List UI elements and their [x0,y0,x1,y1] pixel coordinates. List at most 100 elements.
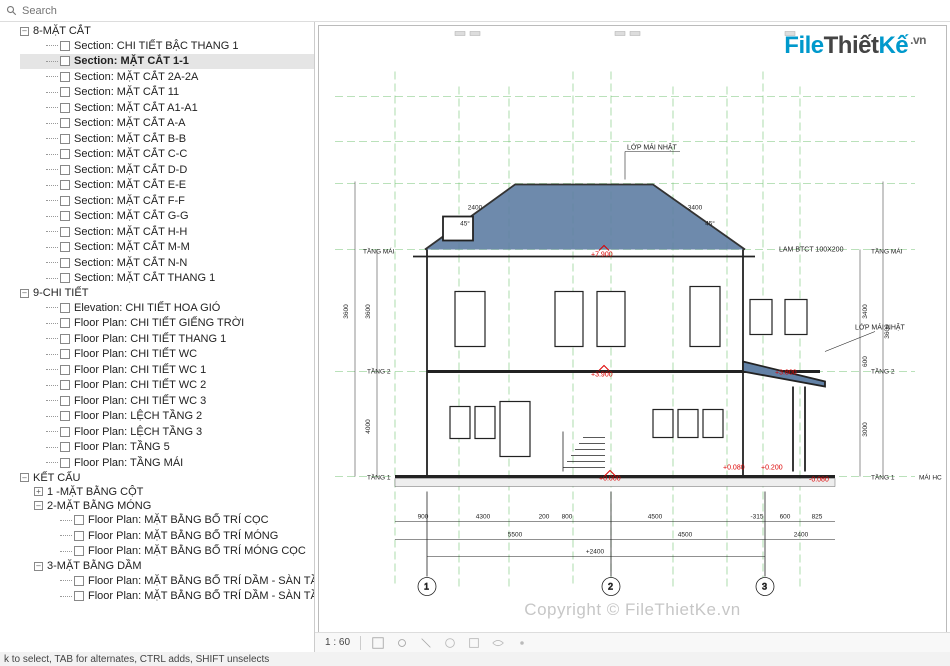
tree-item[interactable]: Floor Plan: MẶT BẰNG BỐ TRÍ DẦM - SÀN TẦ… [34,573,314,589]
sheet-checkbox[interactable] [60,258,70,268]
sheet-checkbox[interactable] [60,318,70,328]
tree-item[interactable]: Floor Plan: CHI TIẾT WC 2 [20,378,314,394]
project-browser[interactable]: –8-MẶT CẮT Section: CHI TIẾT BẬC THANG 1 S… [0,22,315,666]
expander-icon[interactable]: – [20,473,29,482]
tree-group-header[interactable]: –2-MẶT BẰNG MÓNG [34,499,314,513]
tree-item[interactable]: Section: MẶT CẮT E-E [20,178,314,194]
tree-item[interactable]: Section: MẶT CẮT 11 [20,85,314,101]
tree-item[interactable]: Floor Plan: MẶT BẰNG BỐ TRÍ CỌC [34,513,314,529]
tree-item[interactable]: Section: MẶT CẮT D-D [20,162,314,178]
sheet-checkbox[interactable] [74,546,84,556]
tree-group-header[interactable]: –9-CHI TIẾT [20,286,314,300]
tree-item[interactable]: Section: MẶT CẮT THANG 1 [20,271,314,287]
sheet-checkbox[interactable] [60,149,70,159]
sheet-checkbox[interactable] [60,303,70,313]
sheet-checkbox[interactable] [60,334,70,344]
expander-icon[interactable]: – [20,27,29,36]
tree-item[interactable]: Section: MẶT CẮT A-A [20,116,314,132]
tree-item-label: Elevation: CHI TIẾT HOA GIÓ [74,302,220,314]
shadows-icon[interactable] [419,636,433,650]
search-bar [0,0,950,22]
tree-item[interactable]: Floor Plan: LỆCH TẦNG 3 [20,424,314,440]
tree-item[interactable]: Floor Plan: CHI TIẾT WC [20,347,314,363]
sheet-checkbox[interactable] [60,427,70,437]
tree-item-label: Floor Plan: CHI TIẾT GIẾNG TRỜI [74,317,244,329]
tree-item-label: Floor Plan: TẦNG 5 [74,441,170,453]
tree-group-header[interactable]: +1 -MẶT BẰNG CỘT [34,485,314,499]
tree-group-header[interactable]: –3-MẶT BẰNG DẦM [34,559,314,573]
tree-item[interactable]: Floor Plan: CHI TIẾT GIẾNG TRỜI [20,316,314,332]
expander-icon[interactable]: – [34,562,43,571]
expander-icon[interactable]: – [20,289,29,298]
tree-item[interactable]: Floor Plan: CHI TIẾT WC 1 [20,362,314,378]
search-icon [6,5,18,17]
sheet-checkbox[interactable] [60,396,70,406]
sheet-checkbox[interactable] [74,515,84,525]
sheet-checkbox[interactable] [60,227,70,237]
tree-item-label: Section: MẶT CẮT F-F [74,195,185,207]
tree-item[interactable]: Section: MẶT CẮT G-G [20,209,314,225]
sheet-checkbox[interactable] [60,103,70,113]
tree-item[interactable]: Floor Plan: CHI TIẾT WC 3 [20,393,314,409]
sheet-checkbox[interactable] [60,56,70,66]
scale-readout[interactable]: 1 : 60 [325,637,350,648]
crop-icon[interactable] [467,636,481,650]
sheet-checkbox[interactable] [60,196,70,206]
tree-group-header[interactable]: –8-MẶT CẮT [20,24,314,38]
tree-item[interactable]: Floor Plan: MẶT BẰNG BỐ TRÍ MÓNG [34,528,314,544]
tree-item[interactable]: Section: MẶT CẮT 2A-2A [20,69,314,85]
sheet-checkbox[interactable] [60,442,70,452]
expander-icon[interactable]: + [34,487,43,496]
sheet-checkbox[interactable] [60,380,70,390]
tree-item-label: Floor Plan: LỆCH TẦNG 2 [74,410,202,422]
sheet-checkbox[interactable] [74,531,84,541]
sheet-checkbox[interactable] [60,118,70,128]
sheet-checkbox[interactable] [60,72,70,82]
tree-item[interactable]: Section: MẶT CẮT M-M [20,240,314,256]
tree-item-label: Floor Plan: MẶT BẰNG BỐ TRÍ CỌC [88,514,269,526]
sheet-checkbox[interactable] [60,242,70,252]
expander-icon[interactable]: – [34,501,43,510]
sheet-checkbox[interactable] [60,41,70,51]
reveal-icon[interactable] [515,636,529,650]
tree-item[interactable]: Section: MẶT CẮT B-B [20,131,314,147]
sheet-checkbox[interactable] [60,211,70,221]
tree-item[interactable]: Section: CHI TIẾT BẬC THANG 1 [20,38,314,54]
sheet-checkbox[interactable] [74,576,84,586]
status-bar: k to select, TAB for alternates, CTRL ad… [0,652,950,666]
tree-item[interactable]: Section: MẶT CẮT A1-A1 [20,100,314,116]
rendering-icon[interactable] [443,636,457,650]
sheet-checkbox[interactable] [60,273,70,283]
tree-item-label: Section: MẶT CẮT M-M [74,241,190,253]
tree-item[interactable]: Section: MẶT CẮT 1-1 [20,54,314,70]
tree-item[interactable]: Section: MẶT CẮT H-H [20,224,314,240]
sun-path-icon[interactable] [395,636,409,650]
tree-item[interactable]: Section: MẶT CẮT N-N [20,255,314,271]
tree-item[interactable]: Section: MẶT CẮT F-F [20,193,314,209]
search-input[interactable] [22,5,944,17]
hide-icon[interactable] [491,636,505,650]
tree-item[interactable]: Section: MẶT CẮT C-C [20,147,314,163]
tree-item[interactable]: Floor Plan: MẶT BẰNG BỐ TRÍ MÓNG CỌC [34,544,314,560]
sheet-checkbox[interactable] [60,365,70,375]
tree-item[interactable]: Floor Plan: TẦNG 5 [20,440,314,456]
tree-item-label: Floor Plan: LỆCH TẦNG 3 [74,426,202,438]
tree-item[interactable]: Floor Plan: MẶT BẰNG BỐ TRÍ DẦM - SÀN TẦ… [34,589,314,605]
sheet-checkbox[interactable] [60,165,70,175]
tree-item[interactable]: Floor Plan: CHI TIẾT THANG 1 [20,331,314,347]
tree-group-header[interactable]: –KẾT CẤU [20,471,314,485]
sheet-checkbox[interactable] [74,591,84,601]
tree-item-label: Floor Plan: MẶT BẰNG BỐ TRÍ MÓNG CỌC [88,545,306,557]
tree-item[interactable]: Elevation: CHI TIẾT HOA GIÓ [20,300,314,316]
model-graphics-icon[interactable] [371,636,385,650]
drawing-canvas[interactable]: FileThiếtKế.vn [315,22,950,666]
sheet-checkbox[interactable] [60,411,70,421]
tree-item[interactable]: Floor Plan: LỆCH TẦNG 2 [20,409,314,425]
sheet-checkbox[interactable] [60,87,70,97]
tree-item-label: Section: CHI TIẾT BẬC THANG 1 [74,40,238,52]
tree-item[interactable]: Floor Plan: TẦNG MÁI [20,455,314,471]
sheet-checkbox[interactable] [60,349,70,359]
sheet-checkbox[interactable] [60,134,70,144]
sheet-checkbox[interactable] [60,458,70,468]
sheet-checkbox[interactable] [60,180,70,190]
